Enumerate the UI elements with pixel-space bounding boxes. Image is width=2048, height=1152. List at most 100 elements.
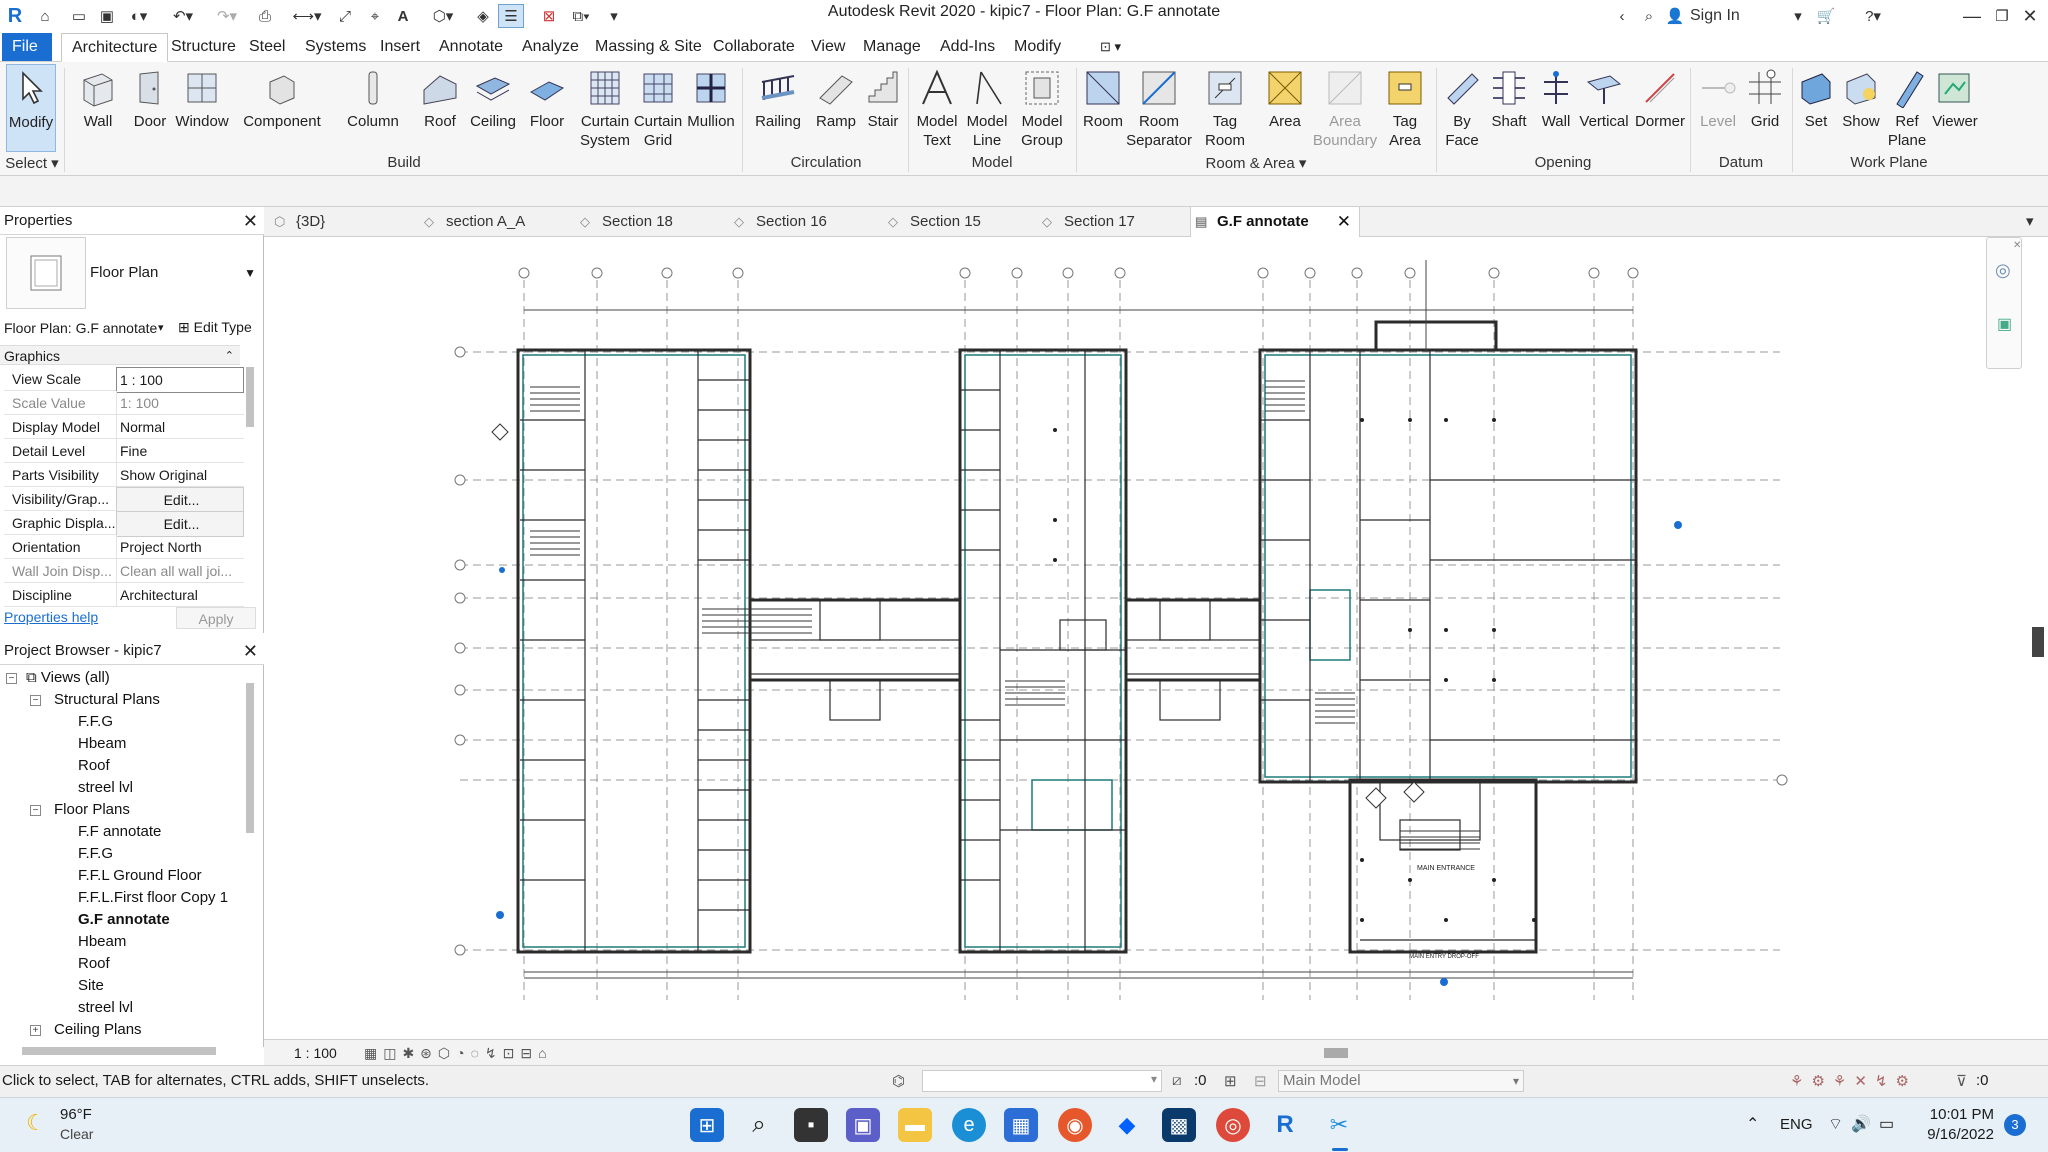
view-tab-3d[interactable]: ⬡ {3D} <box>270 207 410 237</box>
weather-icon[interactable]: ☾ <box>26 1110 46 1136</box>
exclude-options-icon[interactable]: ⊟ <box>1254 1072 1267 1090</box>
view-tab-section-16[interactable]: ◇ Section 16 <box>730 207 878 237</box>
steering-wheel-icon[interactable]: ◎ <box>1995 260 2011 281</box>
cart-icon[interactable]: 🛒 <box>1814 4 1838 28</box>
properties-help-link[interactable]: Properties help <box>4 607 114 627</box>
file-explorer-icon[interactable]: ▬ <box>898 1108 932 1142</box>
tab-steel[interactable]: Steel <box>239 33 295 61</box>
tag-area-button[interactable]: Tag Area <box>1380 64 1430 152</box>
system-tray-icons[interactable]: ⌔🔊▭ <box>1828 1114 1902 1134</box>
tree-item-streel-lvl[interactable]: streel lvl <box>78 997 133 1019</box>
user-icon[interactable]: 👤 <box>1664 4 1686 28</box>
panel-select[interactable]: Select ▾ <box>2 154 62 174</box>
door-button[interactable]: Door <box>128 64 172 152</box>
tab-massing-site[interactable]: Massing & Site <box>585 33 712 61</box>
workset-dropdown[interactable]: ▾ <box>922 1070 1162 1092</box>
ref-plane-button[interactable]: Ref Plane <box>1886 64 1928 152</box>
edit-type-button[interactable]: ⊞ Edit Type <box>178 315 260 339</box>
type-selector[interactable]: Floor Plan ▼ <box>88 237 260 309</box>
prop-detail-level[interactable]: Detail Level Fine <box>4 439 244 463</box>
notification-badge[interactable]: 3 <box>2004 1114 2026 1136</box>
chevron-left-icon[interactable]: ‹ <box>1614 4 1630 28</box>
close-tab-icon[interactable]: ✕ <box>1337 207 1351 237</box>
prop-orientation[interactable]: Orientation Project North <box>4 535 244 559</box>
dropbox-icon[interactable]: ◆ <box>1110 1108 1144 1142</box>
tab-file[interactable]: File <box>2 33 52 61</box>
filter-icon[interactable]: ⊽ <box>1956 1072 1967 1090</box>
design-options-icon[interactable]: ⊞ <box>1224 1072 1237 1090</box>
graphics-group-header[interactable]: Graphics ⌃ <box>0 345 240 365</box>
area-button[interactable]: Area <box>1262 64 1308 152</box>
view-tab-section-18[interactable]: ◇ Section 18 <box>576 207 724 237</box>
grid-button[interactable]: Grid <box>1742 64 1788 152</box>
chat-icon[interactable]: ▣ <box>846 1108 880 1142</box>
tab-manage[interactable]: Manage <box>853 33 931 61</box>
design-option-dropdown[interactable]: Main Model ▾ <box>1278 1070 1524 1092</box>
area-boundary-button[interactable]: Area Boundary <box>1313 64 1377 152</box>
app-icon[interactable]: ▩ <box>1162 1108 1196 1142</box>
column-button[interactable]: Column <box>344 64 402 152</box>
prop-discipline[interactable]: Discipline Architectural <box>4 583 244 607</box>
view-scale-control[interactable]: 1 : 100 <box>294 1043 337 1063</box>
show-button[interactable]: Show <box>1838 64 1884 152</box>
revit-taskbar-icon[interactable]: R <box>1268 1108 1302 1142</box>
expand-icon[interactable]: + <box>30 1025 41 1036</box>
prop-wall-join-display[interactable]: Wall Join Disp... Clean all wall joi... <box>4 559 244 583</box>
minimize-icon[interactable]: — <box>1960 4 1984 28</box>
model-line-button[interactable]: Model Line <box>962 64 1012 152</box>
tree-structural-plans[interactable]: Structural Plans <box>54 689 160 711</box>
curtain-grid-button[interactable]: Curtain Grid <box>632 64 684 152</box>
room-separator-button[interactable]: Room Separator <box>1126 64 1192 152</box>
help-icon[interactable]: ?▾ <box>1856 4 1890 28</box>
instance-selector[interactable]: Floor Plan: G.F annotate <box>4 317 172 339</box>
tab-modify[interactable]: Modify <box>1004 33 1071 61</box>
prop-display-model[interactable]: Display Model Normal <box>4 415 244 439</box>
model-text-button[interactable]: Model Text <box>912 64 962 152</box>
tree-item-g-f-annotate[interactable]: G.F annotate <box>78 909 170 931</box>
view-tab-section-15[interactable]: ◇ Section 15 <box>884 207 1032 237</box>
zoom-icon[interactable]: ▣ <box>1997 314 2012 334</box>
tree-item-roof[interactable]: Roof <box>78 755 110 777</box>
window-button[interactable]: Window <box>174 64 230 152</box>
start-icon[interactable]: ⊞ <box>690 1108 724 1142</box>
chrome-icon[interactable]: ◎ <box>1216 1108 1250 1142</box>
close-nav-icon[interactable]: ✕ <box>2013 240 2021 251</box>
tab-systems[interactable]: Systems <box>295 33 376 61</box>
clock-date[interactable]: 9/16/2022 <box>1912 1126 1994 1143</box>
edge-icon[interactable]: e <box>952 1108 986 1142</box>
wall-opening-button[interactable]: Wall <box>1534 64 1578 152</box>
browser-scrollbar[interactable] <box>246 683 254 833</box>
modify-button[interactable]: Modify <box>6 64 56 152</box>
binoculars-icon[interactable]: ⌕ <box>1638 4 1660 28</box>
tab-annotate[interactable]: Annotate <box>429 33 513 61</box>
tab-collaborate[interactable]: Collaborate <box>703 33 805 61</box>
mullion-button[interactable]: Mullion <box>684 64 738 152</box>
model-group-button[interactable]: Model Group <box>1016 64 1068 152</box>
horizontal-scroll-thumb[interactable] <box>1324 1048 1348 1058</box>
tree-item-streel-lvl[interactable]: streel lvl <box>78 777 133 799</box>
tab-add-ins[interactable]: Add-Ins <box>930 33 1005 61</box>
tree-item-site[interactable]: Site <box>78 975 104 997</box>
vertical-scroll-thumb[interactable] <box>2032 627 2044 657</box>
restore-icon[interactable]: ❐ <box>1990 4 2014 28</box>
by-face-button[interactable]: By Face <box>1440 64 1484 152</box>
stair-button[interactable]: Stair <box>860 64 906 152</box>
visibility-edit-button[interactable]: Edit... <box>116 487 244 513</box>
tree-item-hbeam[interactable]: Hbeam <box>78 931 126 953</box>
tree-item-hbeam[interactable]: Hbeam <box>78 733 126 755</box>
close-properties-icon[interactable]: ✕ <box>243 207 258 235</box>
view-tab-section-17[interactable]: ◇ Section 17 <box>1038 207 1186 237</box>
tab-structure[interactable]: Structure <box>161 33 246 61</box>
collapse-icon[interactable]: − <box>30 805 41 816</box>
tree-views-all[interactable]: ⧉ Views (all) <box>26 667 110 689</box>
selection-filter-icons[interactable]: ⚘⚙⚘✕↯⚙ <box>1790 1072 1917 1090</box>
store-icon[interactable]: ▦ <box>1004 1108 1038 1142</box>
close-browser-icon[interactable]: ✕ <box>243 637 258 665</box>
floor-plan-drawing[interactable]: MAIN ENTRANCE MAIN ENTRY DROP-OFF <box>264 237 2048 1039</box>
drawing-area[interactable]: MAIN ENTRANCE MAIN ENTRY DROP-OFF ◎ ▣ ✕ <box>264 237 2048 1039</box>
properties-scrollbar[interactable] <box>246 367 254 427</box>
tree-item-f-f-l-ground-floor[interactable]: F.F.L Ground Floor <box>78 865 202 887</box>
view-tab-g-f-annotate[interactable]: ▤ G.F annotate ✕ <box>1190 207 1360 237</box>
tree-item-f-f-annotate[interactable]: F.F annotate <box>78 821 161 843</box>
chevron-down-icon[interactable]: ▾ <box>1788 4 1808 28</box>
